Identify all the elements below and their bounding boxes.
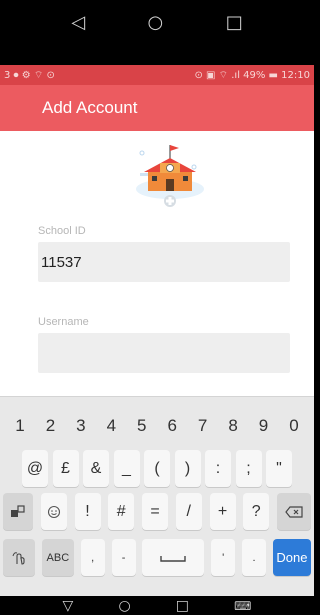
key-question[interactable]: ? — [243, 493, 270, 530]
key-comma[interactable]: , — [80, 539, 105, 576]
on-screen-keyboard: 1 2 3 4 5 6 7 8 9 0 @ £ & _ ( ) : ; " ! … — [0, 396, 314, 596]
key-6[interactable]: 6 — [158, 407, 186, 444]
back-nav-icon[interactable]: ◁ — [71, 12, 85, 33]
key-2[interactable]: 2 — [36, 407, 64, 444]
key-underscore[interactable]: _ — [113, 450, 140, 487]
home-nav-icon-bottom[interactable]: ○ — [118, 598, 130, 614]
username-input[interactable] — [38, 333, 290, 373]
school-building-illustration-icon — [136, 145, 204, 207]
key-equals[interactable]: = — [142, 493, 168, 530]
key-3[interactable]: 3 — [67, 407, 95, 444]
keyboard-symbol-row-2: ! # = / + ? — [0, 493, 314, 530]
space-bar-icon[interactable] — [142, 539, 205, 576]
app-bar: Add Account — [0, 85, 314, 131]
recents-nav-icon[interactable]: □ — [226, 12, 243, 33]
key-close-paren[interactable]: ) — [174, 450, 201, 487]
key-exclamation[interactable]: ! — [74, 493, 101, 530]
black-spacer — [0, 45, 314, 65]
status-right-info: ⊙ ▣ ⌔ .ıl 49% ▬ 12:10 — [194, 69, 310, 81]
recents-nav-icon-bottom[interactable]: □ — [176, 598, 189, 614]
key-open-paren[interactable]: ( — [144, 450, 170, 487]
emoji-key-icon[interactable] — [40, 493, 67, 530]
key-semicolon[interactable]: ; — [235, 450, 262, 487]
key-ampersand[interactable]: & — [83, 450, 109, 487]
key-4[interactable]: 4 — [97, 407, 125, 444]
back-nav-icon-bottom[interactable]: ▽ — [63, 598, 74, 614]
status-left-icons: 3 ⏺ ⚙ ⌔ ⊙ — [4, 69, 55, 81]
page-title: Add Account — [42, 98, 138, 117]
key-8[interactable]: 8 — [219, 407, 247, 444]
done-button[interactable]: Done — [272, 539, 311, 576]
home-nav-icon[interactable]: ○ — [148, 12, 164, 33]
system-navigation-bottom: ▽ ○ □ ⌨ — [0, 596, 314, 615]
symbol-page-toggle-icon[interactable] — [3, 493, 33, 530]
keyboard-switch-icon[interactable]: ⌨ — [234, 599, 251, 613]
keyboard-bottom-row: ABC , - ' . Done — [0, 539, 314, 576]
form-content: School ID 11537 Username — [0, 131, 314, 396]
abc-key[interactable]: ABC — [41, 539, 74, 576]
key-dash[interactable]: - — [111, 539, 136, 576]
school-id-input[interactable]: 11537 — [38, 242, 290, 282]
system-navigation-top: ◁ ○ □ — [0, 0, 314, 45]
key-at[interactable]: @ — [22, 450, 48, 487]
key-1[interactable]: 1 — [6, 407, 34, 444]
handwriting-gesture-icon[interactable] — [3, 539, 35, 576]
key-5[interactable]: 5 — [128, 407, 156, 444]
username-label: Username — [38, 316, 89, 328]
key-pound[interactable]: £ — [52, 450, 79, 487]
key-quote[interactable]: " — [266, 450, 292, 487]
key-9[interactable]: 9 — [250, 407, 278, 444]
key-slash[interactable]: / — [175, 493, 202, 530]
school-id-label: School ID — [38, 225, 86, 237]
keyboard-symbol-row-1: @ £ & _ ( ) : ; " — [0, 450, 314, 487]
keyboard-number-row: 1 2 3 4 5 6 7 8 9 0 — [0, 407, 314, 444]
status-bar: 3 ⏺ ⚙ ⌔ ⊙ ⊙ ▣ ⌔ .ıl 49% ▬ 12:10 — [0, 65, 314, 85]
key-hash[interactable]: # — [108, 493, 135, 530]
key-0[interactable]: 0 — [280, 407, 308, 444]
key-colon[interactable]: : — [205, 450, 231, 487]
key-7[interactable]: 7 — [189, 407, 217, 444]
key-plus[interactable]: + — [209, 493, 236, 530]
backspace-icon[interactable] — [277, 493, 311, 530]
key-period[interactable]: . — [242, 539, 267, 576]
key-apostrophe[interactable]: ' — [211, 539, 236, 576]
